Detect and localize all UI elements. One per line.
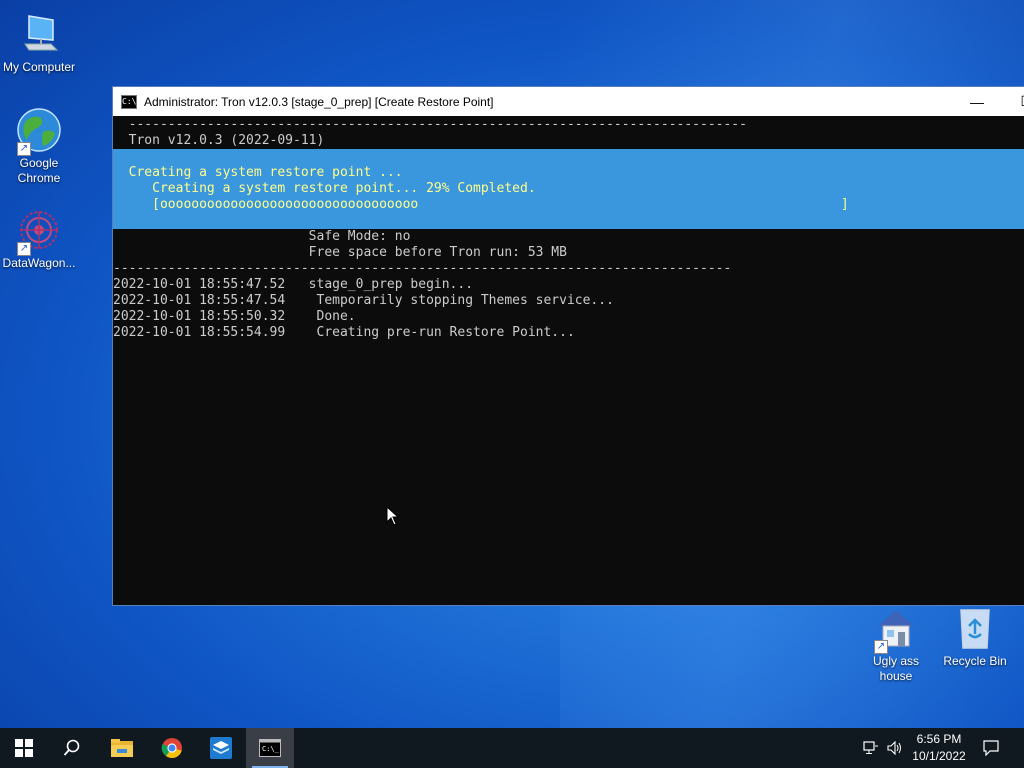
maximize-icon: ☐ <box>1020 93 1024 110</box>
notifications-icon <box>983 740 999 756</box>
clock-time: 6:56 PM <box>916 732 962 746</box>
console-window[interactable]: C:\ Administrator: Tron v12.0.3 [stage_0… <box>112 86 1024 606</box>
shortcut-arrow-icon: ↗ <box>17 142 31 156</box>
log-line: 2022-10-01 18:55:47.54 Temporarily stopp… <box>113 293 614 308</box>
console-line: Tron v12.0.3 (2022-09-11) <box>113 133 325 148</box>
datawagon-taskbar-icon <box>210 737 232 759</box>
minimize-icon: — <box>970 93 984 110</box>
desktop-icon-datawagon[interactable]: ↗ DataWagon... <box>1 206 77 271</box>
start-icon <box>15 739 33 757</box>
desktop-icon-label: My Computer <box>2 60 76 74</box>
svg-text:C:\_: C:\_ <box>262 745 280 753</box>
shortcut-arrow-icon: ↗ <box>17 242 31 256</box>
progress-bar-text: [ooooooooooooooooooooooooooooooooo ] <box>113 197 849 212</box>
taskbar-clock[interactable]: 6:56 PM 10/1/2022 <box>906 731 972 765</box>
computer-icon <box>15 10 63 58</box>
file-explorer-icon <box>111 739 133 757</box>
action-center-button[interactable] <box>978 728 1004 768</box>
shortcut-arrow-icon: ↗ <box>874 640 888 654</box>
clock-date: 10/1/2022 <box>912 749 966 763</box>
progress-status: Creating a system restore point... 29% C… <box>113 181 536 196</box>
chrome-icon <box>161 738 182 759</box>
window-title: Administrator: Tron v12.0.3 [stage_0_pre… <box>144 94 494 109</box>
taskbar: C:\_ 6:56 PM 10/1/2022 <box>0 728 1024 768</box>
minimize-button[interactable]: — <box>954 87 1000 116</box>
restore-point-progress-panel: Creating a system restore point ... Crea… <box>113 149 1024 229</box>
taskbar-file-explorer[interactable] <box>98 728 146 768</box>
console-separator: ----------------------------------------… <box>113 261 732 276</box>
desktop-icon-label: Recycle Bin <box>943 654 1007 668</box>
console-output[interactable]: ----------------------------------------… <box>113 117 1024 605</box>
console-line: ----------------------------------------… <box>113 117 747 132</box>
desktop-icon-ugly-ass-house[interactable]: ↗ Ugly ass house <box>858 604 934 684</box>
log-line: 2022-10-01 18:55:54.99 Creating pre-run … <box>113 325 575 340</box>
mouse-cursor-icon <box>386 506 400 526</box>
start-button[interactable] <box>0 728 48 768</box>
console-line: Free space before Tron run: 53 MB <box>113 245 567 260</box>
taskbar-cmd[interactable]: C:\_ <box>246 728 294 768</box>
network-tray-button[interactable] <box>860 728 882 768</box>
desktop-icon-label: DataWagon... <box>2 256 76 270</box>
search-icon <box>63 739 80 756</box>
taskbar-chrome[interactable] <box>148 728 196 768</box>
volume-tray-button[interactable] <box>884 728 906 768</box>
network-icon <box>863 741 878 754</box>
house-icon: ↗ <box>872 604 920 654</box>
desktop-icon-label: Ugly ass house <box>872 654 919 683</box>
desktop-icon-label: Google Chrome <box>17 156 61 185</box>
log-line: 2022-10-01 18:55:47.52 stage_0_prep begi… <box>113 277 474 292</box>
desktop-icon-my-computer[interactable]: My Computer <box>1 10 77 75</box>
taskbar-datawagon[interactable] <box>197 728 245 768</box>
datawagon-icon: ↗ <box>15 206 63 256</box>
maximize-button[interactable]: ☐ <box>1000 87 1024 116</box>
desktop-icon-recycle-bin[interactable]: Recycle Bin <box>937 604 1013 669</box>
window-titlebar[interactable]: C:\ Administrator: Tron v12.0.3 [stage_0… <box>113 87 1024 116</box>
progress-heading: Creating a system restore point ... <box>113 165 403 180</box>
cmd-window-icon: C:\ <box>121 94 137 109</box>
log-line: 2022-10-01 18:55:50.32 Done. <box>113 309 356 324</box>
console-line: Safe Mode: no <box>113 229 411 244</box>
chrome-globe-icon: ↗ <box>15 106 63 156</box>
cmd-icon: C:\_ <box>259 739 281 757</box>
desktop-icon-google-chrome[interactable]: ↗ Google Chrome <box>1 106 77 186</box>
search-button[interactable] <box>48 728 96 768</box>
volume-icon <box>887 741 901 755</box>
recycle-bin-icon <box>951 604 999 652</box>
